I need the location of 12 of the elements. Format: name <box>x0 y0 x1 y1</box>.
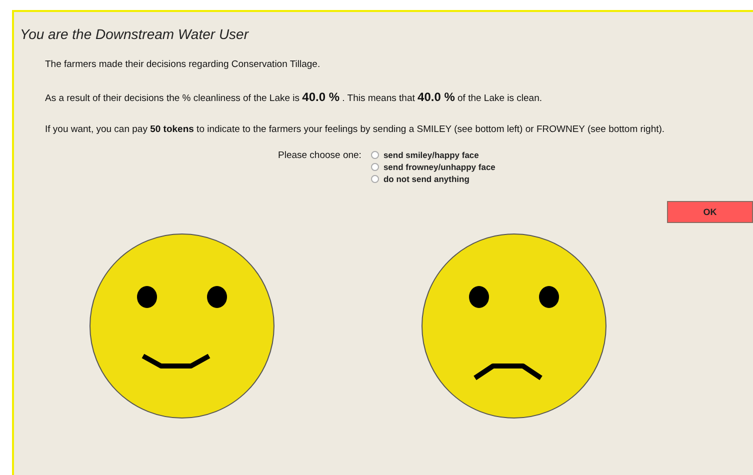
radio-option[interactable]: do not send anything <box>371 174 496 184</box>
radio-option[interactable]: send frowney/unhappy face <box>371 162 496 172</box>
radio-option[interactable]: send smiley/happy face <box>371 150 496 160</box>
radio-button[interactable] <box>371 163 380 171</box>
choice-label: Please choose one: <box>278 150 362 161</box>
radio-button[interactable] <box>371 151 380 159</box>
paragraph: If you want, you can pay 50 tokens to indicate to the farmers your feelings by sending a SMILEY (see bottom left) or FROWNEY (see bottom right). <box>45 124 665 135</box>
page-title: You are the Downstream Water User <box>19 25 249 42</box>
paragraph: As a result of their decisions the % cleanliness of the Lake is 40.0 % . This means that 40.0 % of the Lake is clean. <box>45 90 542 104</box>
paragraph: The farmers made their decisions regarding Conservation Tillage. <box>45 59 320 70</box>
radio-button[interactable] <box>371 175 380 183</box>
ok-button[interactable]: OK <box>667 201 753 223</box>
